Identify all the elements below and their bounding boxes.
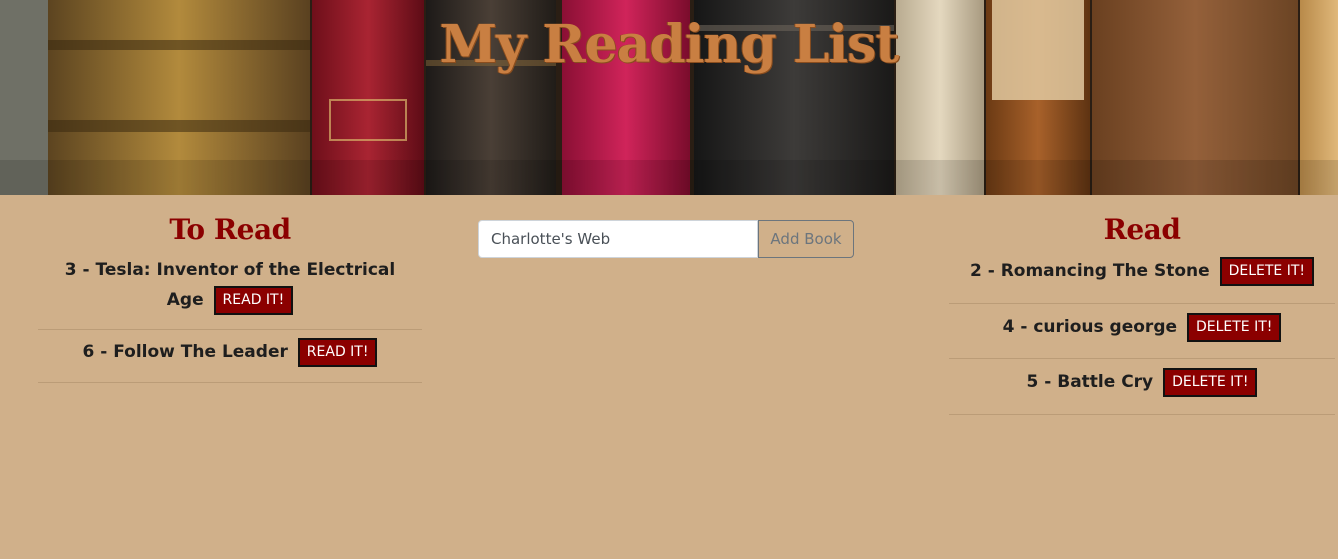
read-it-button[interactable]: READ IT! <box>297 338 378 367</box>
book-title: 6 - Follow The Leader <box>82 342 288 362</box>
list-item: 5 - Battle Cry DELETE IT! <box>949 359 1335 415</box>
to-read-heading: To Read <box>169 213 291 246</box>
header-banner: My Reading List <box>0 0 1338 195</box>
add-book-form: Charlotte's Web Add Book <box>478 195 854 258</box>
page-title: My Reading List <box>439 14 900 75</box>
list-item: 6 - Follow The Leader READ IT! <box>38 330 422 383</box>
delete-it-button[interactable]: DELETE IT! <box>1186 312 1282 342</box>
book-title: 2 - Romancing The Stone <box>969 261 1210 281</box>
delete-it-button[interactable]: DELETE IT! <box>1219 257 1315 286</box>
add-book-button[interactable]: Add Book <box>758 220 854 258</box>
read-column: Read 2 - Romancing The Stone DELETE IT! … <box>949 195 1335 415</box>
read-it-button[interactable]: READ IT! <box>213 285 294 315</box>
list-item: 4 - curious george DELETE IT! <box>949 304 1335 359</box>
to-read-list: 3 - Tesla: Inventor of the Electrical Ag… <box>38 248 422 383</box>
read-heading: Read <box>1103 213 1181 246</box>
book-title: 4 - curious george <box>1002 316 1178 337</box>
list-item: 2 - Romancing The Stone DELETE IT! <box>949 248 1335 304</box>
list-item: 3 - Tesla: Inventor of the Electrical Ag… <box>38 248 422 330</box>
book-title: 5 - Battle Cry <box>1026 372 1154 392</box>
read-list: 2 - Romancing The Stone DELETE IT! 4 - c… <box>949 248 1335 415</box>
delete-it-button[interactable]: DELETE IT! <box>1163 368 1258 397</box>
book-title-input[interactable]: Charlotte's Web <box>478 220 758 258</box>
to-read-column: To Read 3 - Tesla: Inventor of the Elect… <box>38 195 422 383</box>
